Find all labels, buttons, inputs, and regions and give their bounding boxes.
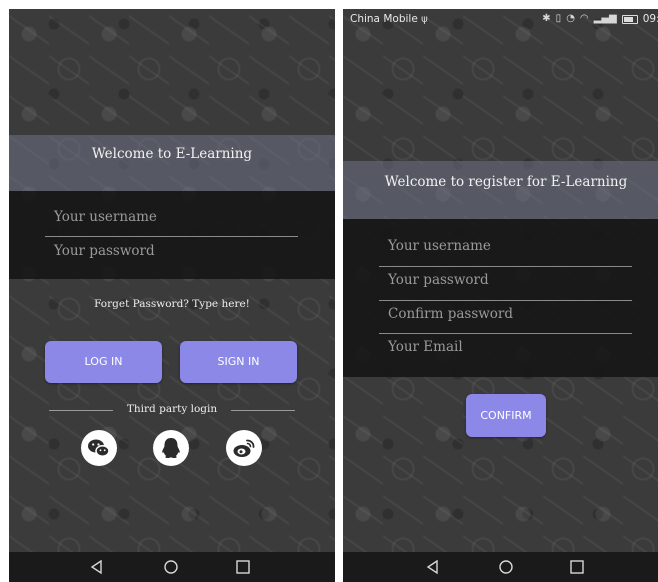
login-form-panel [9,191,335,279]
register-username-input[interactable]: Your username [388,238,491,254]
password-underline [379,300,632,301]
recents-icon[interactable] [235,559,251,575]
qq-icon [162,438,180,458]
password-input[interactable]: Your password [54,243,155,259]
wechat-login-button[interactable] [81,430,117,466]
login-button[interactable]: LOG IN [45,341,162,383]
confirm-underline [379,333,632,334]
weibo-icon [233,439,255,457]
android-nav-bar [343,552,658,582]
alarm-icon: ◔ [566,13,575,24]
bluetooth-icon: ✱ [542,13,551,24]
recents-icon[interactable] [569,559,585,575]
username-underline [379,266,632,267]
register-welcome-title: Welcome to register for E-Learning [384,174,628,190]
divider-left [49,410,113,411]
status-icons: ✱ ▯ ◔ ◠ ▂▄▆ 09:08 [542,9,658,29]
third-party-label: Third party login [126,403,218,415]
wechat-icon [88,439,110,457]
home-icon[interactable] [163,559,179,575]
back-icon[interactable] [89,559,105,575]
status-bar: China Mobile ψ ✱ ▯ ◔ ◠ ▂▄▆ 09:08 [343,9,658,29]
carrier-label: China Mobile ψ [350,9,428,30]
signin-button[interactable]: SIGN IN [180,341,297,383]
welcome-banner [9,135,335,191]
status-time: 09:08 [642,13,658,25]
divider-right [231,410,295,411]
back-icon[interactable] [425,559,441,575]
username-input[interactable]: Your username [54,209,157,225]
forget-password-link[interactable]: Forget Password? Type here! [9,298,335,310]
login-welcome-title: Welcome to E-Learning [91,146,253,162]
welcome-banner [343,161,658,219]
vibrate-icon: ▯ [555,13,562,24]
android-nav-bar [9,552,335,582]
confirm-password-input[interactable]: Confirm password [388,306,513,322]
weibo-login-button[interactable] [226,430,262,466]
signal-icon: ▂▄▆ [593,13,617,24]
email-input[interactable]: Your Email [388,339,463,355]
qq-login-button[interactable] [153,430,189,466]
carrier-name: China Mobile [350,13,418,25]
usb-icon: ψ [421,14,428,25]
battery-icon [621,14,638,24]
username-underline [45,236,298,237]
confirm-button[interactable]: CONFIRM [466,394,546,437]
home-icon[interactable] [498,559,514,575]
login-screen: Welcome to E-Learning Your username Your… [9,9,335,582]
register-screen: China Mobile ψ ✱ ▯ ◔ ◠ ▂▄▆ 09:08 Welcome… [343,9,658,582]
register-password-input[interactable]: Your password [388,272,489,288]
wifi-icon: ◠ [579,13,589,24]
